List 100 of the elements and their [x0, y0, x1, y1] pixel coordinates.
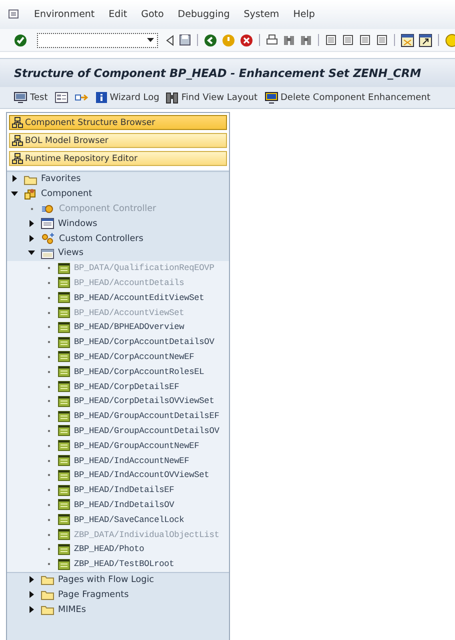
view-icon — [58, 529, 70, 540]
view-icon — [58, 292, 70, 304]
menu-item[interactable]: Goto — [141, 9, 164, 20]
menu-item[interactable]: Edit — [108, 9, 128, 20]
view-icon — [58, 544, 70, 555]
exit-icon — [222, 34, 236, 46]
view-icon — [58, 366, 70, 378]
view-icon — [58, 336, 70, 348]
toolbar-button[interactable]: Wizard Log — [96, 92, 160, 103]
layout-button[interactable] — [54, 92, 68, 103]
tree-node-label[interactable]: BP_HEAD/GroupAccountDetailsOV — [74, 426, 220, 436]
toolbar-button[interactable]: Delete Component Enhancement — [264, 92, 430, 104]
component-icon — [24, 188, 37, 200]
view-icon — [58, 425, 70, 436]
menu-icon — [8, 9, 20, 20]
view-icon — [58, 484, 70, 496]
tree-node-label[interactable]: BP_HEAD/IndDetailsEF — [74, 485, 174, 496]
tree-node-label[interactable]: BP_HEAD/CorpDetailsOVViewSet — [74, 396, 214, 406]
command-field[interactable] — [37, 32, 158, 48]
view-icon — [58, 277, 70, 288]
view-icon — [58, 470, 70, 481]
connector-arrow-icon — [74, 92, 89, 103]
view-icon — [58, 396, 70, 407]
tree-node-label[interactable]: Views — [58, 248, 84, 258]
triangle-right-icon[interactable] — [28, 606, 36, 614]
view-icon — [58, 381, 70, 392]
window-icon — [41, 218, 54, 230]
tree-node-label[interactable]: BP_HEAD/IndAccountNewEF — [74, 456, 190, 466]
binoculars-icon — [166, 92, 178, 104]
browser-button[interactable]: Component Structure Browser — [9, 115, 227, 130]
hierarchy-icon — [12, 135, 23, 146]
tree-node-label[interactable]: BP_HEAD/CorpAccountNewEF — [74, 352, 194, 362]
last-page-icon — [376, 34, 388, 46]
tree-node-label[interactable]: BP_HEAD/CorpAccountRolesEL — [74, 366, 204, 377]
toolbar-button[interactable]: Find View Layout — [166, 92, 258, 104]
find-icon — [283, 34, 296, 46]
view-icon — [58, 514, 70, 526]
screen-title: Structure of Component BP_HEAD - Enhancement Set ZENH_CRM — [14, 66, 421, 80]
next-page-icon — [359, 34, 372, 46]
monitor-icon — [264, 92, 278, 104]
save-icon — [179, 34, 192, 46]
shortcut-icon — [419, 34, 432, 46]
menu-item[interactable]: Help — [293, 9, 315, 20]
tree-node-label[interactable]: BP_HEAD/IndAccountOVViewSet — [74, 470, 210, 480]
triangle-right-icon[interactable] — [28, 220, 36, 228]
triangle-down-icon[interactable] — [28, 249, 36, 258]
menu-item[interactable]: System — [244, 9, 280, 20]
tree-node-label[interactable]: Custom Controllers — [59, 234, 144, 244]
tree-node-label[interactable]: MIMEs — [58, 604, 86, 614]
tree-node-label[interactable]: BP_HEAD/CorpDetailsEF — [74, 382, 180, 392]
previous-page-icon — [342, 34, 354, 46]
help-icon — [445, 34, 455, 46]
view-icon — [58, 499, 70, 510]
navigate-button[interactable] — [74, 92, 89, 103]
tree-node-label[interactable]: Favorites — [41, 174, 81, 184]
tree-node-label[interactable]: BP_HEAD/GroupAccountDetailsEF — [74, 411, 220, 422]
menu-item[interactable]: Environment — [34, 9, 95, 20]
triangle-right-icon[interactable] — [28, 590, 36, 599]
browser-button[interactable]: BOL Model Browser — [9, 133, 227, 148]
view-icon — [58, 410, 70, 422]
view-icon — [58, 351, 70, 362]
tree-node-label[interactable]: Windows — [58, 218, 98, 229]
back-icon — [204, 34, 218, 46]
view-icon — [58, 440, 70, 452]
tree-node-label[interactable]: BP_HEAD/AccountEditViewSet — [74, 292, 204, 303]
tree-node-label[interactable]: BP_HEAD/CorpAccountDetailsOV — [74, 337, 214, 348]
view-icon — [58, 558, 70, 570]
triangle-right-icon[interactable] — [28, 234, 36, 243]
find-next-icon — [300, 34, 312, 46]
triangle-right-icon[interactable] — [28, 576, 36, 584]
toolbar-button[interactable]: Test — [14, 92, 48, 103]
view-icon — [58, 322, 70, 333]
tree-node-label[interactable]: ZBP_HEAD/Photo — [74, 544, 144, 554]
info-icon — [96, 92, 107, 103]
triangle-right-icon[interactable] — [11, 175, 19, 184]
tree-node-label[interactable]: ZBP_HEAD/TestBOLroot — [74, 559, 174, 570]
tree-node-label[interactable]: BP_HEAD/IndDetailsOV — [74, 500, 174, 510]
new-session-icon — [401, 34, 414, 46]
triangle-left-icon — [166, 34, 174, 46]
tree-node-label[interactable]: BP_HEAD/GroupAccountNewEF — [74, 440, 200, 451]
hierarchy-icon — [12, 117, 23, 128]
tree-node-label[interactable]: BP_HEAD/SaveCancelLock — [74, 514, 184, 525]
hierarchy-icon — [12, 153, 23, 164]
triangle-down-icon[interactable] — [11, 190, 19, 198]
tree-node-label[interactable]: Pages with Flow Logic — [58, 574, 154, 585]
tree-node-label[interactable]: BP_HEAD/BPHEADOverview — [74, 322, 184, 332]
view-icon — [58, 262, 70, 274]
cancel-icon — [240, 34, 254, 46]
tree-node-label[interactable]: Component — [41, 189, 92, 200]
browser-button[interactable]: Runtime Repository Editor — [9, 151, 227, 166]
view-icon — [58, 307, 70, 318]
tree-node-label[interactable]: Page Fragments — [58, 590, 129, 600]
dropdown-icon — [147, 38, 154, 42]
first-page-icon — [325, 34, 338, 46]
menu-item[interactable]: Debugging — [178, 9, 230, 20]
checkmark-icon — [14, 34, 27, 46]
monitor-icon — [14, 92, 27, 103]
print-icon — [266, 34, 278, 46]
view-icon — [58, 455, 70, 466]
form-icon — [54, 92, 68, 103]
